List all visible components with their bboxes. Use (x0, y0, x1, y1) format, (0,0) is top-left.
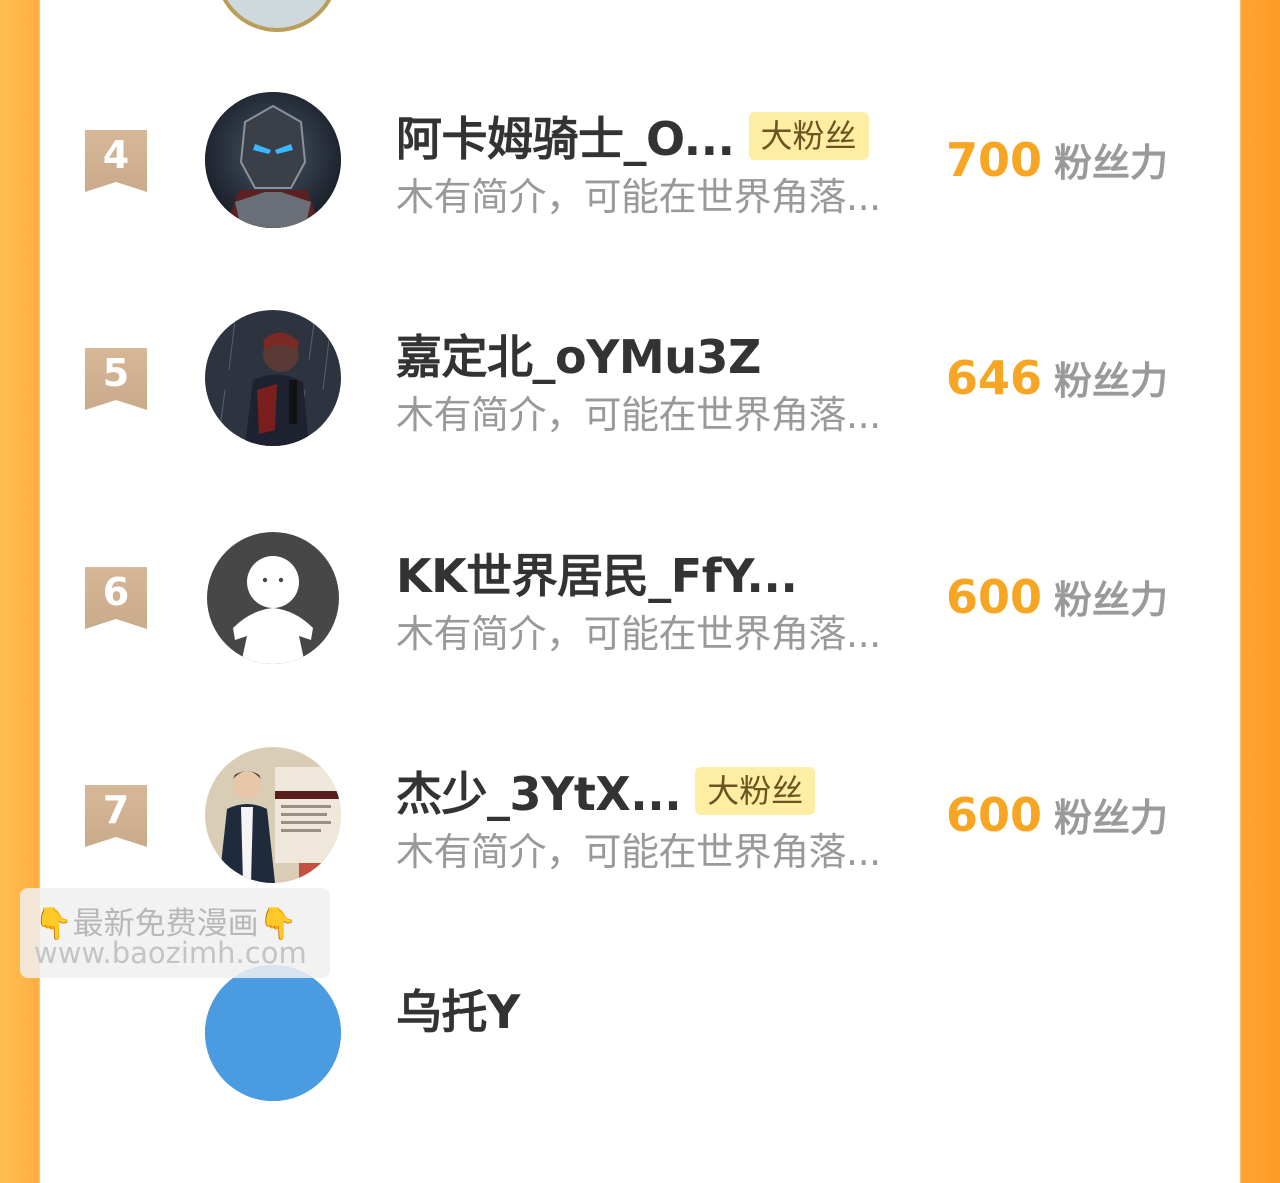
user-avatar[interactable] (205, 310, 341, 446)
user-name-line: 乌托Y (396, 979, 520, 1039)
rank-badge: 6 (85, 567, 147, 629)
rank-badge: 5 (85, 348, 147, 410)
rank-number: 7 (102, 788, 130, 832)
user-intro: 木有简介，可能在世界角落... (396, 612, 881, 656)
user-name[interactable]: 杰少_3YtX... (396, 758, 682, 824)
user-intro: 木有简介，可能在世界角落... (396, 175, 881, 219)
user-avatar[interactable] (207, 532, 339, 664)
user-avatar[interactable] (205, 965, 341, 1101)
rank-number: 5 (102, 351, 130, 395)
user-avatar[interactable] (205, 747, 341, 883)
user-name-line: 嘉定北_oYMu3Z (396, 324, 761, 384)
user-name[interactable]: 嘉定北_oYMu3Z (396, 321, 761, 387)
score-unit: 粉丝力 (1054, 359, 1169, 403)
fan-power-score: 700 粉丝力 (946, 132, 1168, 187)
fashion-model-avatar-icon (205, 747, 341, 883)
user-avatar[interactable] (205, 92, 341, 228)
score-unit: 粉丝力 (1054, 796, 1169, 840)
fan-level-tag: 大粉丝 (748, 112, 869, 160)
user-name[interactable]: KK世界居民_FfY... (396, 540, 798, 606)
rank-badge: 7 (85, 785, 147, 847)
user-name[interactable]: 阿卡姆骑士_O... (396, 103, 735, 169)
blue-avatar-icon (205, 965, 341, 1101)
rank-number: 6 (102, 570, 130, 614)
fan-level-tag: 大粉丝 (695, 767, 816, 815)
default-user-avatar-icon (207, 532, 339, 664)
ranking-row-5[interactable]: 5 嘉定北_oYMu3Z 木有简介，可能在世界角落... 646 粉丝力 (40, 310, 1240, 528)
fan-power-score: 600 粉丝力 (946, 787, 1168, 842)
user-name-line: KK世界居民_FfY... (396, 540, 798, 606)
watermark-url: www.baozimh.com (34, 936, 307, 970)
user-name-line: 阿卡姆骑士_O... 大粉丝 (396, 106, 869, 166)
ranking-row-8[interactable]: 乌托Y (40, 965, 1240, 1183)
score-value: 600 (946, 788, 1043, 842)
user-intro: 木有简介，可能在世界角落... (396, 393, 881, 437)
ranking-row-4[interactable]: 4 阿卡姆骑士_O... 大粉丝 木有简介，可能在世界角落... 700 粉丝力 (40, 92, 1240, 310)
rank-number: 4 (102, 133, 130, 177)
fan-power-score: 646 粉丝力 (946, 350, 1168, 405)
user-intro: 木有简介，可能在世界角落... (396, 830, 881, 874)
user-name[interactable]: 乌托Y (396, 976, 520, 1042)
rain-figure-avatar-icon (205, 310, 341, 446)
score-value: 700 (946, 133, 1043, 187)
prev-entry-avatar[interactable] (215, 0, 339, 32)
score-unit: 粉丝力 (1054, 578, 1169, 622)
fan-power-score: 600 粉丝力 (946, 569, 1168, 624)
ranking-row-6[interactable]: 6 KK世界居民_FfY... 木有简介，可能在世界角落... 600 粉丝力 (40, 529, 1240, 747)
user-name-line: 杰少_3YtX... 大粉丝 (396, 758, 816, 824)
fan-ranking-panel: 4 阿卡姆骑士_O... 大粉丝 木有简介，可能在世界角落... 700粉丝力 (40, 0, 1240, 1101)
score-unit: 粉丝力 (1054, 141, 1169, 185)
armored-knight-avatar-icon (205, 92, 341, 228)
site-watermark: 👇最新免费漫画👇 www.baozimh.com (20, 888, 330, 978)
score-value: 600 (946, 570, 1043, 624)
rank-badge: 4 (85, 130, 147, 192)
score-value: 646 (946, 351, 1043, 405)
